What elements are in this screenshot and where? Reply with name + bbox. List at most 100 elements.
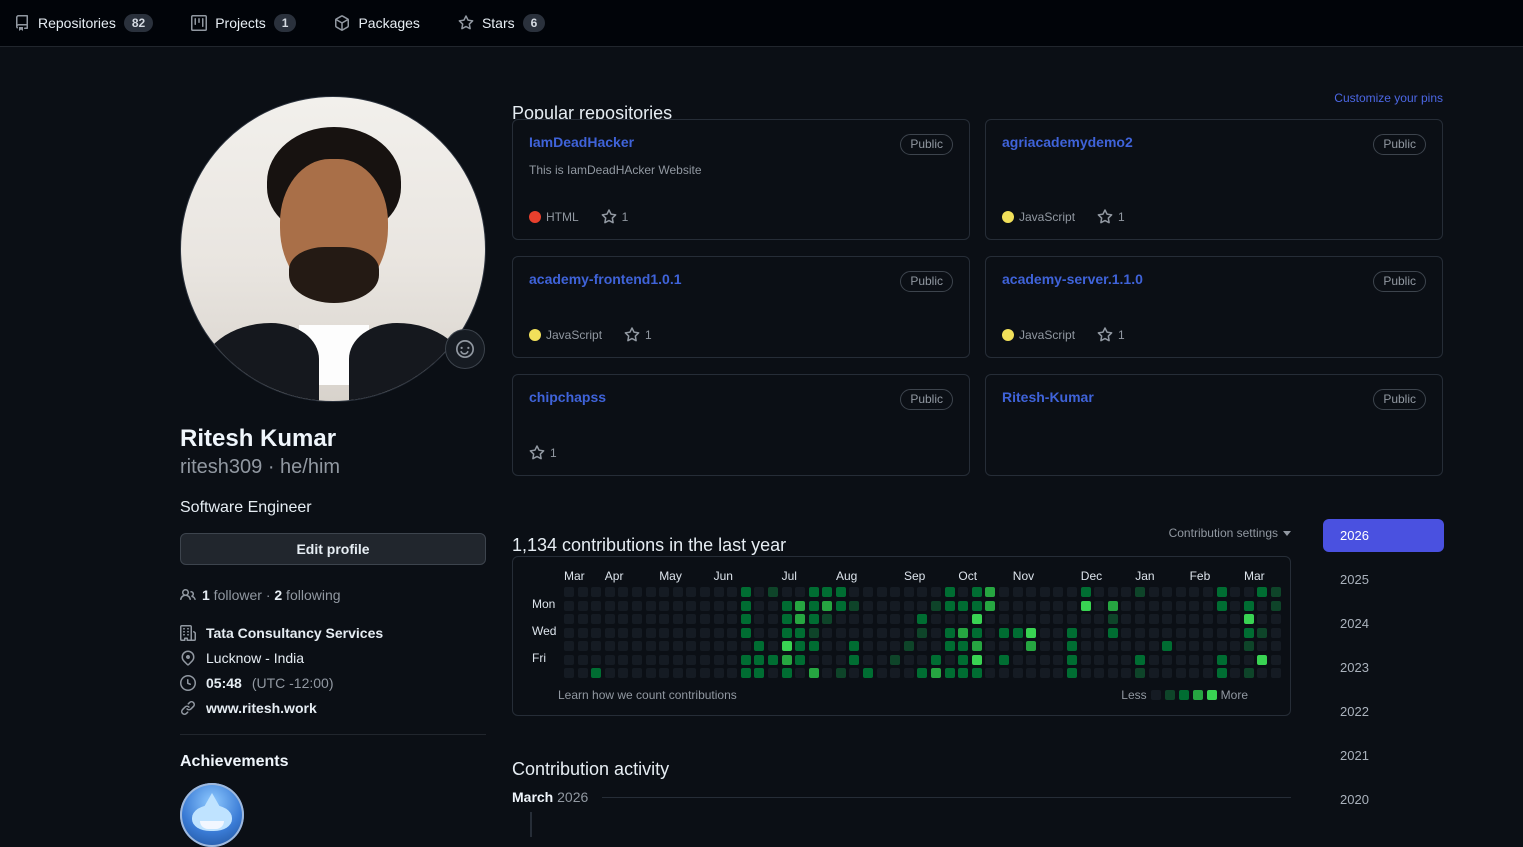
contribution-cell[interactable] xyxy=(781,641,792,651)
contribution-cell[interactable] xyxy=(659,627,670,638)
contribution-cell[interactable] xyxy=(1189,641,1200,651)
contribution-cell[interactable] xyxy=(1012,641,1023,651)
contribution-cell[interactable] xyxy=(971,627,982,638)
contribution-cell[interactable] xyxy=(699,654,710,665)
contribution-cell[interactable] xyxy=(1134,587,1145,597)
contribution-cell[interactable] xyxy=(1216,614,1227,624)
contribution-cell[interactable] xyxy=(1230,614,1241,624)
edit-profile-button[interactable]: Edit profile xyxy=(180,533,486,565)
contribution-cell[interactable] xyxy=(1107,587,1118,597)
contribution-cell[interactable] xyxy=(713,587,724,597)
contribution-cell[interactable] xyxy=(767,587,778,597)
contribution-cell[interactable] xyxy=(1175,600,1186,611)
repo-stars[interactable]: 1 xyxy=(601,209,628,225)
contribution-cell[interactable] xyxy=(727,641,738,651)
contribution-cell[interactable] xyxy=(754,654,765,665)
contribution-cell[interactable] xyxy=(1216,587,1227,597)
contribution-cell[interactable] xyxy=(1080,614,1091,624)
contribution-cell[interactable] xyxy=(1243,614,1254,624)
contribution-cell[interactable] xyxy=(754,627,765,638)
contribution-cell[interactable] xyxy=(591,654,602,665)
contribution-cell[interactable] xyxy=(618,668,629,678)
contribution-cell[interactable] xyxy=(1053,641,1064,651)
contribution-cell[interactable] xyxy=(931,614,942,624)
contribution-cell[interactable] xyxy=(672,614,683,624)
contribution-cell[interactable] xyxy=(849,668,860,678)
year-2022[interactable]: 2022 xyxy=(1323,695,1444,728)
contribution-cell[interactable] xyxy=(1012,654,1023,665)
contribution-cell[interactable] xyxy=(1053,627,1064,638)
contribution-cell[interactable] xyxy=(1039,614,1050,624)
contribution-cell[interactable] xyxy=(1094,668,1105,678)
contribution-cell[interactable] xyxy=(1202,668,1213,678)
contribution-cell[interactable] xyxy=(890,641,901,651)
contribution-cell[interactable] xyxy=(971,668,982,678)
contribution-cell[interactable] xyxy=(971,600,982,611)
achievement-badge-pull-shark[interactable] xyxy=(180,783,244,847)
contribution-cell[interactable] xyxy=(958,654,969,665)
contribution-cell[interactable] xyxy=(1175,668,1186,678)
contribution-cell[interactable] xyxy=(863,668,874,678)
contribution-cell[interactable] xyxy=(672,668,683,678)
contribution-cell[interactable] xyxy=(795,600,806,611)
contribution-cell[interactable] xyxy=(631,587,642,597)
contribution-cell[interactable] xyxy=(1094,641,1105,651)
contribution-cell[interactable] xyxy=(971,587,982,597)
contribution-cell[interactable] xyxy=(1162,654,1173,665)
contribution-cell[interactable] xyxy=(903,668,914,678)
detail-text[interactable]: www.ritesh.work xyxy=(206,700,317,716)
contribution-cell[interactable] xyxy=(781,668,792,678)
contribution-cell[interactable] xyxy=(1012,587,1023,597)
contribution-cell[interactable] xyxy=(659,587,670,597)
contribution-cell[interactable] xyxy=(740,627,751,638)
contribution-cell[interactable] xyxy=(917,654,928,665)
contribution-cell[interactable] xyxy=(903,614,914,624)
contribution-cell[interactable] xyxy=(1270,587,1281,597)
contribution-cell[interactable] xyxy=(1012,668,1023,678)
contribution-cell[interactable] xyxy=(999,641,1009,651)
contribution-cell[interactable] xyxy=(1230,587,1241,597)
contribution-cell[interactable] xyxy=(849,654,860,665)
contribution-cell[interactable] xyxy=(1134,654,1145,665)
contribution-cell[interactable] xyxy=(1066,641,1077,651)
contribution-cell[interactable] xyxy=(999,668,1009,678)
contribution-cell[interactable] xyxy=(727,654,738,665)
contribution-cell[interactable] xyxy=(985,654,996,665)
contribution-cell[interactable] xyxy=(645,627,656,638)
contribution-cell[interactable] xyxy=(1189,600,1200,611)
contribution-cell[interactable] xyxy=(659,614,670,624)
contribution-cell[interactable] xyxy=(1107,600,1118,611)
contribution-cell[interactable] xyxy=(1148,614,1159,624)
contribution-cell[interactable] xyxy=(1039,641,1050,651)
contribution-cell[interactable] xyxy=(890,627,901,638)
contribution-cell[interactable] xyxy=(876,600,887,611)
contribution-cell[interactable] xyxy=(672,587,683,597)
contribution-cell[interactable] xyxy=(672,627,683,638)
contribution-cell[interactable] xyxy=(971,614,982,624)
contribution-cell[interactable] xyxy=(577,614,588,624)
contribution-cell[interactable] xyxy=(618,641,629,651)
contribution-cell[interactable] xyxy=(958,614,969,624)
contribution-cell[interactable] xyxy=(1175,627,1186,638)
contribution-cell[interactable] xyxy=(1202,614,1213,624)
contribution-cell[interactable] xyxy=(1162,641,1173,651)
contribution-cell[interactable] xyxy=(1270,668,1281,678)
contribution-cell[interactable] xyxy=(849,627,860,638)
contribution-cell[interactable] xyxy=(577,627,588,638)
repo-link[interactable]: Ritesh-Kumar xyxy=(1002,389,1094,405)
contribution-cell[interactable] xyxy=(876,668,887,678)
link-detail-row[interactable]: www.ritesh.work xyxy=(180,700,486,716)
repo-link[interactable]: academy-server.1.1.0 xyxy=(1002,271,1143,287)
contribution-cell[interactable] xyxy=(931,600,942,611)
contribution-cell[interactable] xyxy=(1230,641,1241,651)
contribution-cell[interactable] xyxy=(1162,600,1173,611)
contribution-cell[interactable] xyxy=(1080,641,1091,651)
contribution-cell[interactable] xyxy=(1216,600,1227,611)
contribution-cell[interactable] xyxy=(1121,587,1132,597)
contribution-cell[interactable] xyxy=(890,614,901,624)
contribution-cell[interactable] xyxy=(808,654,819,665)
contribution-cell[interactable] xyxy=(835,641,846,651)
contribution-cell[interactable] xyxy=(1162,587,1173,597)
contribution-cell[interactable] xyxy=(754,668,765,678)
contribution-cell[interactable] xyxy=(890,654,901,665)
